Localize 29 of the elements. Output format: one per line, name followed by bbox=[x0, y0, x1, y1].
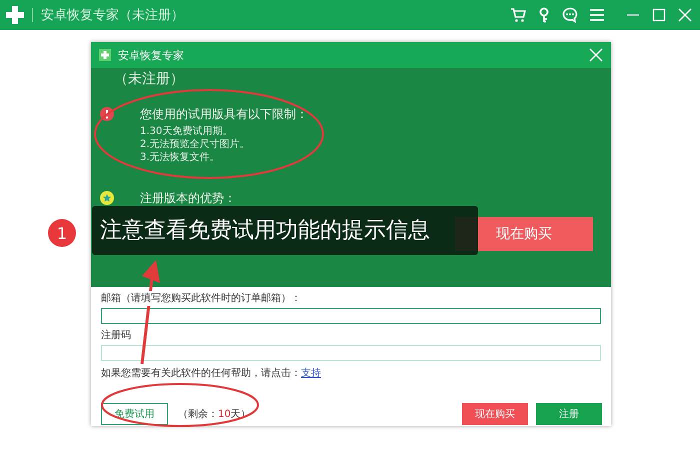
limit-item: 2.无法预览全尺寸图片。 bbox=[140, 138, 251, 151]
dialog-title: 安卓恢复专家 bbox=[118, 48, 184, 62]
email-field[interactable] bbox=[101, 308, 601, 324]
buy-now-button[interactable]: 现在购买 bbox=[462, 403, 528, 425]
cart-icon[interactable] bbox=[510, 7, 526, 23]
tooltip: 注意查看免费试用功能的提示信息 bbox=[92, 206, 478, 255]
step-badge: 1 bbox=[48, 219, 76, 247]
registration-status: （未注册） bbox=[114, 70, 185, 88]
remaining-label: （剩余： bbox=[178, 409, 218, 420]
limits-heading: 您使用的试用版具有以下限制： bbox=[140, 106, 308, 123]
help-text: 如果您需要有关此软件的任何帮助，请点击： bbox=[101, 368, 301, 379]
support-link[interactable]: 支持 bbox=[301, 368, 321, 379]
maximize-icon[interactable] bbox=[652, 8, 666, 22]
register-button[interactable]: 注册 bbox=[536, 403, 602, 425]
plus-logo-icon bbox=[99, 49, 111, 61]
menu-icon[interactable] bbox=[590, 9, 604, 21]
close-icon[interactable] bbox=[678, 8, 692, 22]
close-icon[interactable] bbox=[589, 48, 603, 62]
limit-item: 3.无法恢复文件。 bbox=[140, 151, 221, 164]
chat-icon[interactable] bbox=[562, 7, 578, 23]
remaining-days: 10 bbox=[218, 409, 231, 420]
registration-code-field[interactable] bbox=[101, 345, 601, 361]
limit-item: 1.30天免费试用期。 bbox=[140, 125, 234, 138]
advantages-heading: 注册版本的优势： bbox=[140, 190, 236, 207]
star-icon bbox=[100, 191, 114, 205]
key-icon[interactable] bbox=[538, 7, 550, 23]
app-title: 安卓恢复专家（未注册） bbox=[41, 7, 184, 24]
plus-logo-icon bbox=[6, 6, 24, 24]
warning-icon bbox=[100, 107, 114, 121]
